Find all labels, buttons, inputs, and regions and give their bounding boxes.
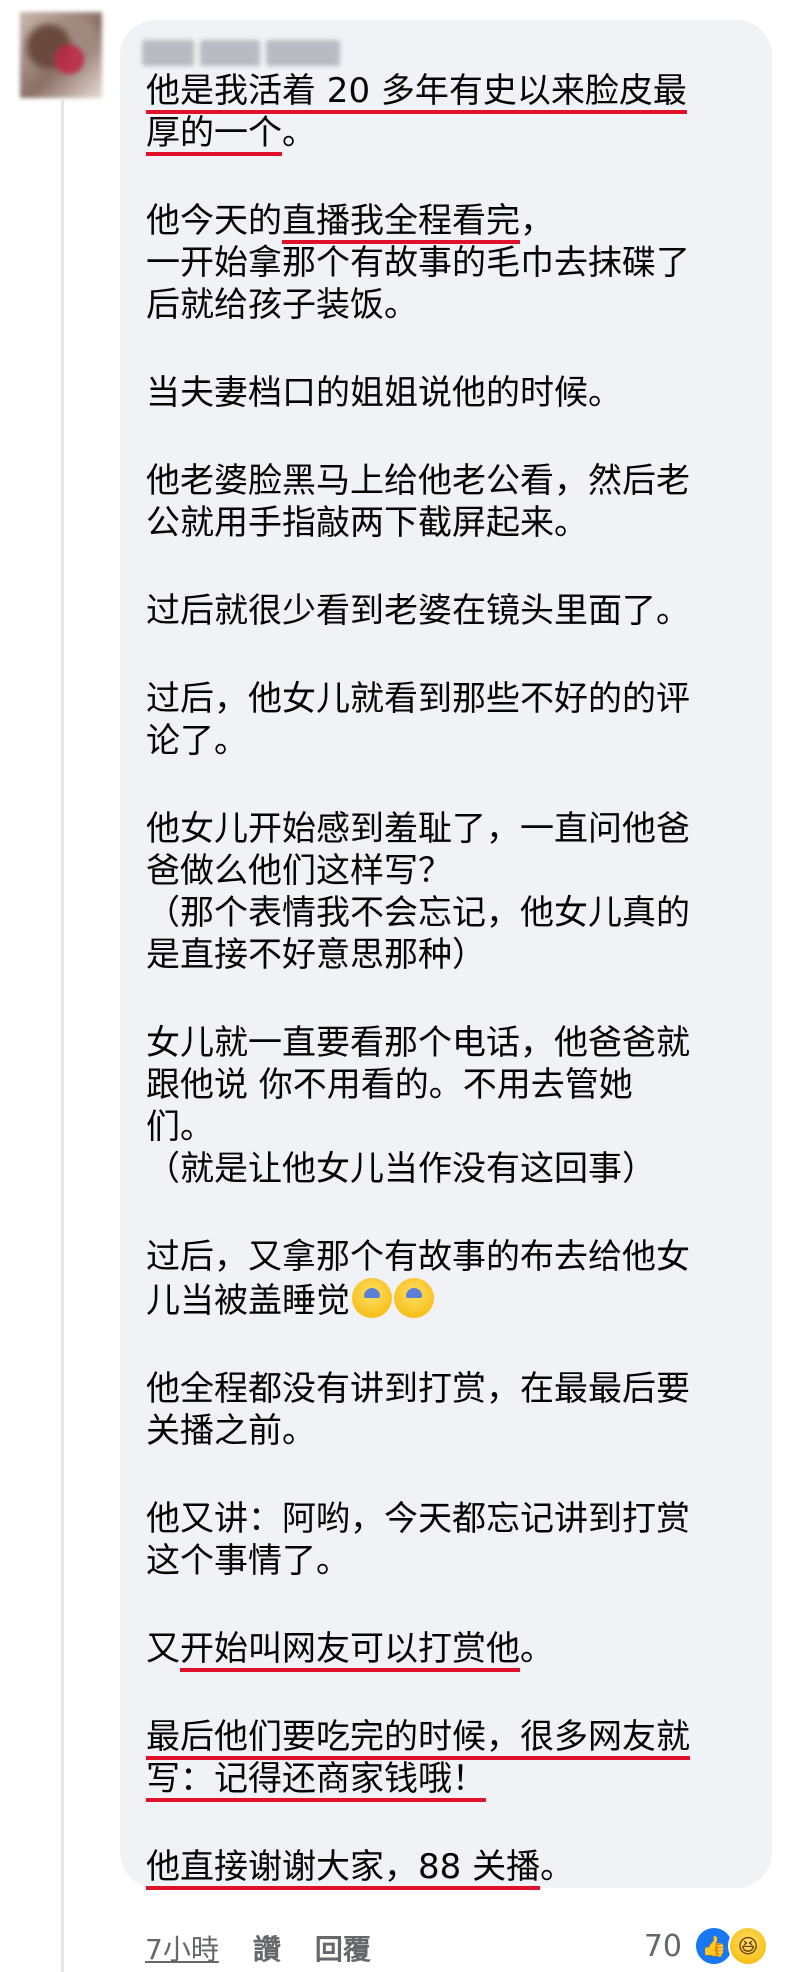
comment-line: 儿当被盖睡觉 [146, 1278, 756, 1322]
text-segment: 。 [282, 113, 316, 153]
text-segment: 过后就很少看到老婆在镜头里面了。 [146, 591, 690, 631]
comment-line: 关播之前。 [146, 1410, 756, 1452]
comment-text: 他是我活着 20 多年有史以来脸皮最 厚的一个。 他今天的直播我全程看完， 一开始拿那… [146, 70, 756, 1888]
text-segment: 过后，他女儿就看到那些不好的的评 [146, 679, 690, 719]
underlined-text: 厚的一个 [146, 113, 282, 153]
comment-paragraph: 过后，他女儿就看到那些不好的的评 论了。 [146, 678, 756, 762]
text-segment: 爸做么他们这样写？ [146, 851, 452, 891]
comment-line: （就是让他女儿当作没有这回事） [146, 1148, 756, 1190]
comment-line: 是直接不好意思那种） [146, 934, 756, 976]
comment-line: 写：记得还商家钱哦！ [146, 1758, 756, 1800]
comment-line: 过后，又拿那个有故事的布去给他女 [146, 1236, 756, 1278]
text-segment: 论了。 [146, 721, 248, 761]
comment-line: 们。 [146, 1106, 756, 1148]
underlined-text: 他直接谢谢大家，88 关播 [146, 1847, 541, 1887]
text-segment: 儿当被盖睡觉 [146, 1281, 350, 1321]
text-segment: （那个表情我不会忘记，他女儿真的 [146, 893, 690, 933]
comment-line: 又开始叫网友可以打赏他。 [146, 1628, 756, 1670]
text-segment: 当夫妻档口的姐姐说他的时候。 [146, 373, 622, 413]
timestamp-link[interactable]: 7小時 [145, 1928, 219, 1968]
comment-paragraph: 过后，又拿那个有故事的布去给他女 儿当被盖睡觉 [146, 1236, 756, 1322]
comment-line: 他今天的直播我全程看完， [146, 200, 756, 242]
comment-actions: 7小時 讚 回覆 [145, 1928, 405, 1968]
text-segment: 后就给孩子装饭。 [146, 285, 418, 325]
reaction-summary[interactable]: 70 👍 😆 [644, 1926, 768, 1966]
text-segment: 公就用手指敲两下截屏起来。 [146, 503, 588, 543]
comment-line: 女儿就一直要看那个电话，他爸爸就 [146, 1022, 756, 1064]
text-segment: 他女儿开始感到羞耻了，一直问他爸 [146, 809, 690, 849]
comment-line: 他全程都没有讲到打赏，在最最后要 [146, 1368, 756, 1410]
text-segment: 这个事情了。 [146, 1541, 350, 1581]
comment-paragraph: 当夫妻档口的姐姐说他的时候。 [146, 372, 756, 414]
text-segment: 女儿就一直要看那个电话，他爸爸就 [146, 1023, 690, 1063]
commenter-avatar[interactable] [20, 12, 102, 98]
comment-paragraph: 他女儿开始感到羞耻了，一直问他爸 爸做么他们这样写？ （那个表情我不会忘记，他女儿真… [146, 808, 756, 976]
text-segment: 。 [520, 1629, 554, 1669]
comment-line: 爸做么他们这样写？ [146, 850, 756, 892]
comment-line: 他又讲：阿哟，今天都忘记讲到打赏 [146, 1498, 756, 1540]
comment-paragraph: 最后他们要吃完的时候，很多网友就 写：记得还商家钱哦！ [146, 1716, 756, 1800]
text-segment: 是直接不好意思那种） [146, 935, 486, 975]
comment-paragraph: 女儿就一直要看那个电话，他爸爸就 跟他说 你不用看的。不用去管她 们。 （就是让他女儿… [146, 1022, 756, 1190]
comment-paragraph: 他直接谢谢大家，88 关播。 [146, 1846, 756, 1888]
comment-paragraph: 过后就很少看到老婆在镜头里面了。 [146, 590, 756, 632]
comment-line: 他是我活着 20 多年有史以来脸皮最 [146, 70, 756, 112]
commenter-name-blurred[interactable] [142, 38, 342, 68]
text-segment: 们。 [146, 1107, 214, 1147]
text-segment: 一开始拿那个有故事的毛巾去抹碟了 [146, 243, 690, 283]
comment-line: 他女儿开始感到羞耻了，一直问他爸 [146, 808, 756, 850]
comment-line: 跟他说 你不用看的。不用去管她 [146, 1064, 756, 1106]
underlined-text: 写：记得还商家钱哦！ [146, 1759, 486, 1799]
reply-action-button[interactable]: 回覆 [315, 1928, 371, 1968]
comment-paragraph: 又开始叫网友可以打赏他。 [146, 1628, 756, 1670]
like-action-button[interactable]: 讚 [253, 1928, 281, 1968]
comment-line: 一开始拿那个有故事的毛巾去抹碟了 [146, 242, 756, 284]
reaction-count: 70 [643, 1928, 682, 1964]
comment-line: 过后就很少看到老婆在镜头里面了。 [146, 590, 756, 632]
comment-line: 他直接谢谢大家，88 关播。 [146, 1846, 756, 1888]
comment-paragraph: 他今天的直播我全程看完， 一开始拿那个有故事的毛巾去抹碟了 后就给孩子装饭。 [146, 200, 756, 326]
comment-paragraph: 他是我活着 20 多年有史以来脸皮最 厚的一个。 [146, 70, 756, 154]
text-segment: 关播之前。 [146, 1411, 316, 1451]
comment-line: 公就用手指敲两下截屏起来。 [146, 502, 756, 544]
comment-line: 当夫妻档口的姐姐说他的时候。 [146, 372, 756, 414]
haha-icon: 😆 [728, 1926, 768, 1966]
text-segment: 他又讲：阿哟，今天都忘记讲到打赏 [146, 1499, 690, 1539]
text-segment: 他老婆脸黑马上给他老公看，然后老 [146, 461, 690, 501]
text-segment: （就是让他女儿当作没有这回事） [146, 1149, 656, 1189]
comment-line: 过后，他女儿就看到那些不好的的评 [146, 678, 756, 720]
comment-line: 论了。 [146, 720, 756, 762]
comment-paragraph: 他又讲：阿哟，今天都忘记讲到打赏 这个事情了。 [146, 1498, 756, 1582]
comment-line: 厚的一个。 [146, 112, 756, 154]
text-segment: 。 [540, 1847, 575, 1887]
comment-line: （那个表情我不会忘记，他女儿真的 [146, 892, 756, 934]
text-segment: 过后，又拿那个有故事的布去给他女 [146, 1237, 690, 1277]
text-segment: 他全程都没有讲到打赏，在最最后要 [146, 1369, 690, 1409]
comment-paragraph: 他全程都没有讲到打赏，在最最后要 关播之前。 [146, 1368, 756, 1452]
comment-paragraph: 他老婆脸黑马上给他老公看，然后老 公就用手指敲两下截屏起来。 [146, 460, 756, 544]
underlined-text: 他是我活着 20 多年有史以来脸皮最 [146, 71, 687, 111]
underlined-text: 直播我全程看完 [282, 201, 520, 241]
anxious-face-icon [352, 1278, 392, 1318]
comment-line: 后就给孩子装饭。 [146, 284, 756, 326]
text-segment: 跟他说 你不用看的。不用去管她 [146, 1065, 633, 1105]
comment-line: 最后他们要吃完的时候，很多网友就 [146, 1716, 756, 1758]
underlined-text: 开始叫网友可以打赏他 [180, 1629, 520, 1669]
text-segment: ， [520, 201, 554, 241]
comment-line: 他老婆脸黑马上给他老公看，然后老 [146, 460, 756, 502]
anxious-face-icon [394, 1278, 434, 1318]
text-segment: 他今天的 [146, 201, 282, 241]
text-segment: 又 [146, 1629, 180, 1669]
underlined-text: 最后他们要吃完的时候，很多网友就 [146, 1717, 690, 1757]
thread-line [61, 100, 64, 1972]
comment-line: 这个事情了。 [146, 1540, 756, 1582]
